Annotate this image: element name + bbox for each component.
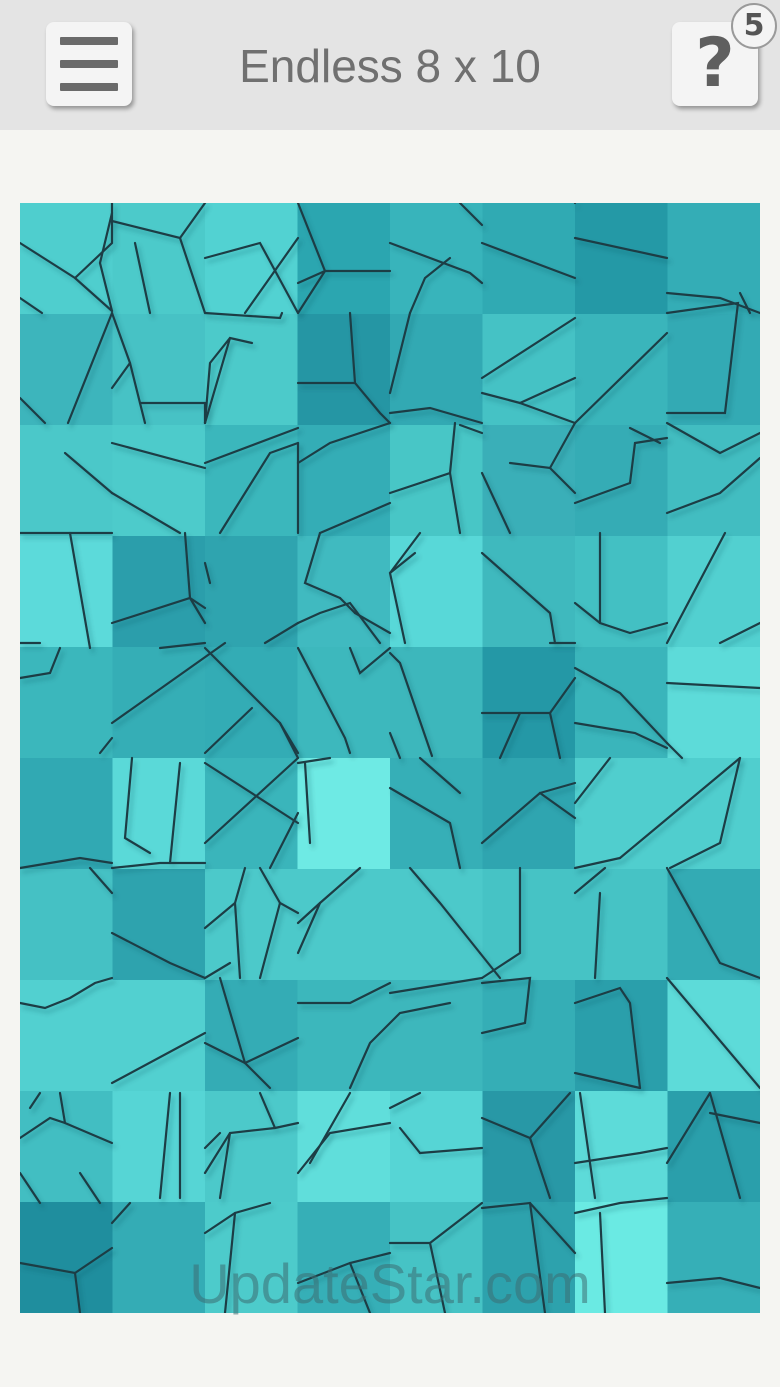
puzzle-grid: [20, 203, 760, 1313]
puzzle-tile[interactable]: [390, 425, 483, 537]
puzzle-tile[interactable]: [482, 536, 576, 648]
puzzle-tile[interactable]: [205, 647, 298, 759]
puzzle-tile[interactable]: [297, 203, 391, 315]
puzzle-tile[interactable]: [390, 980, 483, 1092]
puzzle-tile[interactable]: [390, 758, 483, 870]
puzzle-tile[interactable]: [112, 1091, 206, 1203]
puzzle-tile[interactable]: [297, 536, 391, 648]
puzzle-tile[interactable]: [575, 980, 668, 1092]
puzzle-tile[interactable]: [20, 647, 113, 759]
puzzle-tile[interactable]: [205, 980, 298, 1092]
puzzle-tile[interactable]: [297, 647, 391, 759]
puzzle-board: [20, 203, 760, 1313]
puzzle-tile[interactable]: [297, 1091, 391, 1203]
puzzle-tile[interactable]: [205, 314, 298, 426]
puzzle-tile[interactable]: [667, 869, 761, 981]
puzzle-tile[interactable]: [482, 869, 576, 981]
puzzle-tile[interactable]: [205, 869, 298, 981]
watermark-text: UpdateStar.com: [189, 1252, 591, 1315]
puzzle-tile[interactable]: [112, 536, 206, 648]
puzzle-tile[interactable]: [205, 1091, 298, 1203]
puzzle-tile[interactable]: [20, 203, 113, 315]
puzzle-tile[interactable]: [482, 203, 576, 315]
puzzle-tile[interactable]: [667, 647, 761, 759]
puzzle-tile[interactable]: [390, 869, 483, 981]
puzzle-tile[interactable]: [667, 758, 761, 870]
puzzle-tile[interactable]: [390, 203, 483, 315]
puzzle-tile[interactable]: [482, 1091, 576, 1203]
puzzle-tile[interactable]: [20, 980, 113, 1092]
puzzle-tile[interactable]: [667, 425, 761, 537]
puzzle-tile[interactable]: [575, 425, 668, 537]
puzzle-tile[interactable]: [575, 758, 668, 870]
puzzle-tile[interactable]: [575, 203, 668, 315]
puzzle-tile[interactable]: [575, 1091, 668, 1203]
puzzle-tile[interactable]: [20, 869, 113, 981]
puzzle-tile[interactable]: [575, 869, 668, 981]
puzzle-tile[interactable]: [667, 314, 761, 426]
puzzle-tile[interactable]: [482, 758, 576, 870]
puzzle-tile[interactable]: [20, 536, 113, 648]
puzzle-tile[interactable]: [297, 425, 391, 537]
puzzle-tile[interactable]: [20, 758, 113, 870]
puzzle-tile[interactable]: [390, 1091, 483, 1203]
puzzle-tile[interactable]: [667, 1202, 761, 1313]
puzzle-tile[interactable]: [112, 869, 206, 981]
puzzle-tile[interactable]: [20, 314, 113, 426]
puzzle-tile[interactable]: [20, 1091, 113, 1203]
hint-count-badge: 5: [731, 3, 777, 49]
puzzle-tile[interactable]: [667, 980, 761, 1092]
puzzle-tile[interactable]: [112, 203, 206, 315]
puzzle-tile[interactable]: [390, 647, 483, 759]
puzzle-tile[interactable]: [297, 758, 391, 870]
menu-button[interactable]: [46, 22, 132, 106]
page-title: Endless 8 x 10: [239, 40, 541, 92]
puzzle-tile[interactable]: [482, 647, 576, 759]
top-bar: Endless 8 x 10 ? 5: [0, 0, 780, 130]
puzzle-tile[interactable]: [112, 647, 206, 759]
